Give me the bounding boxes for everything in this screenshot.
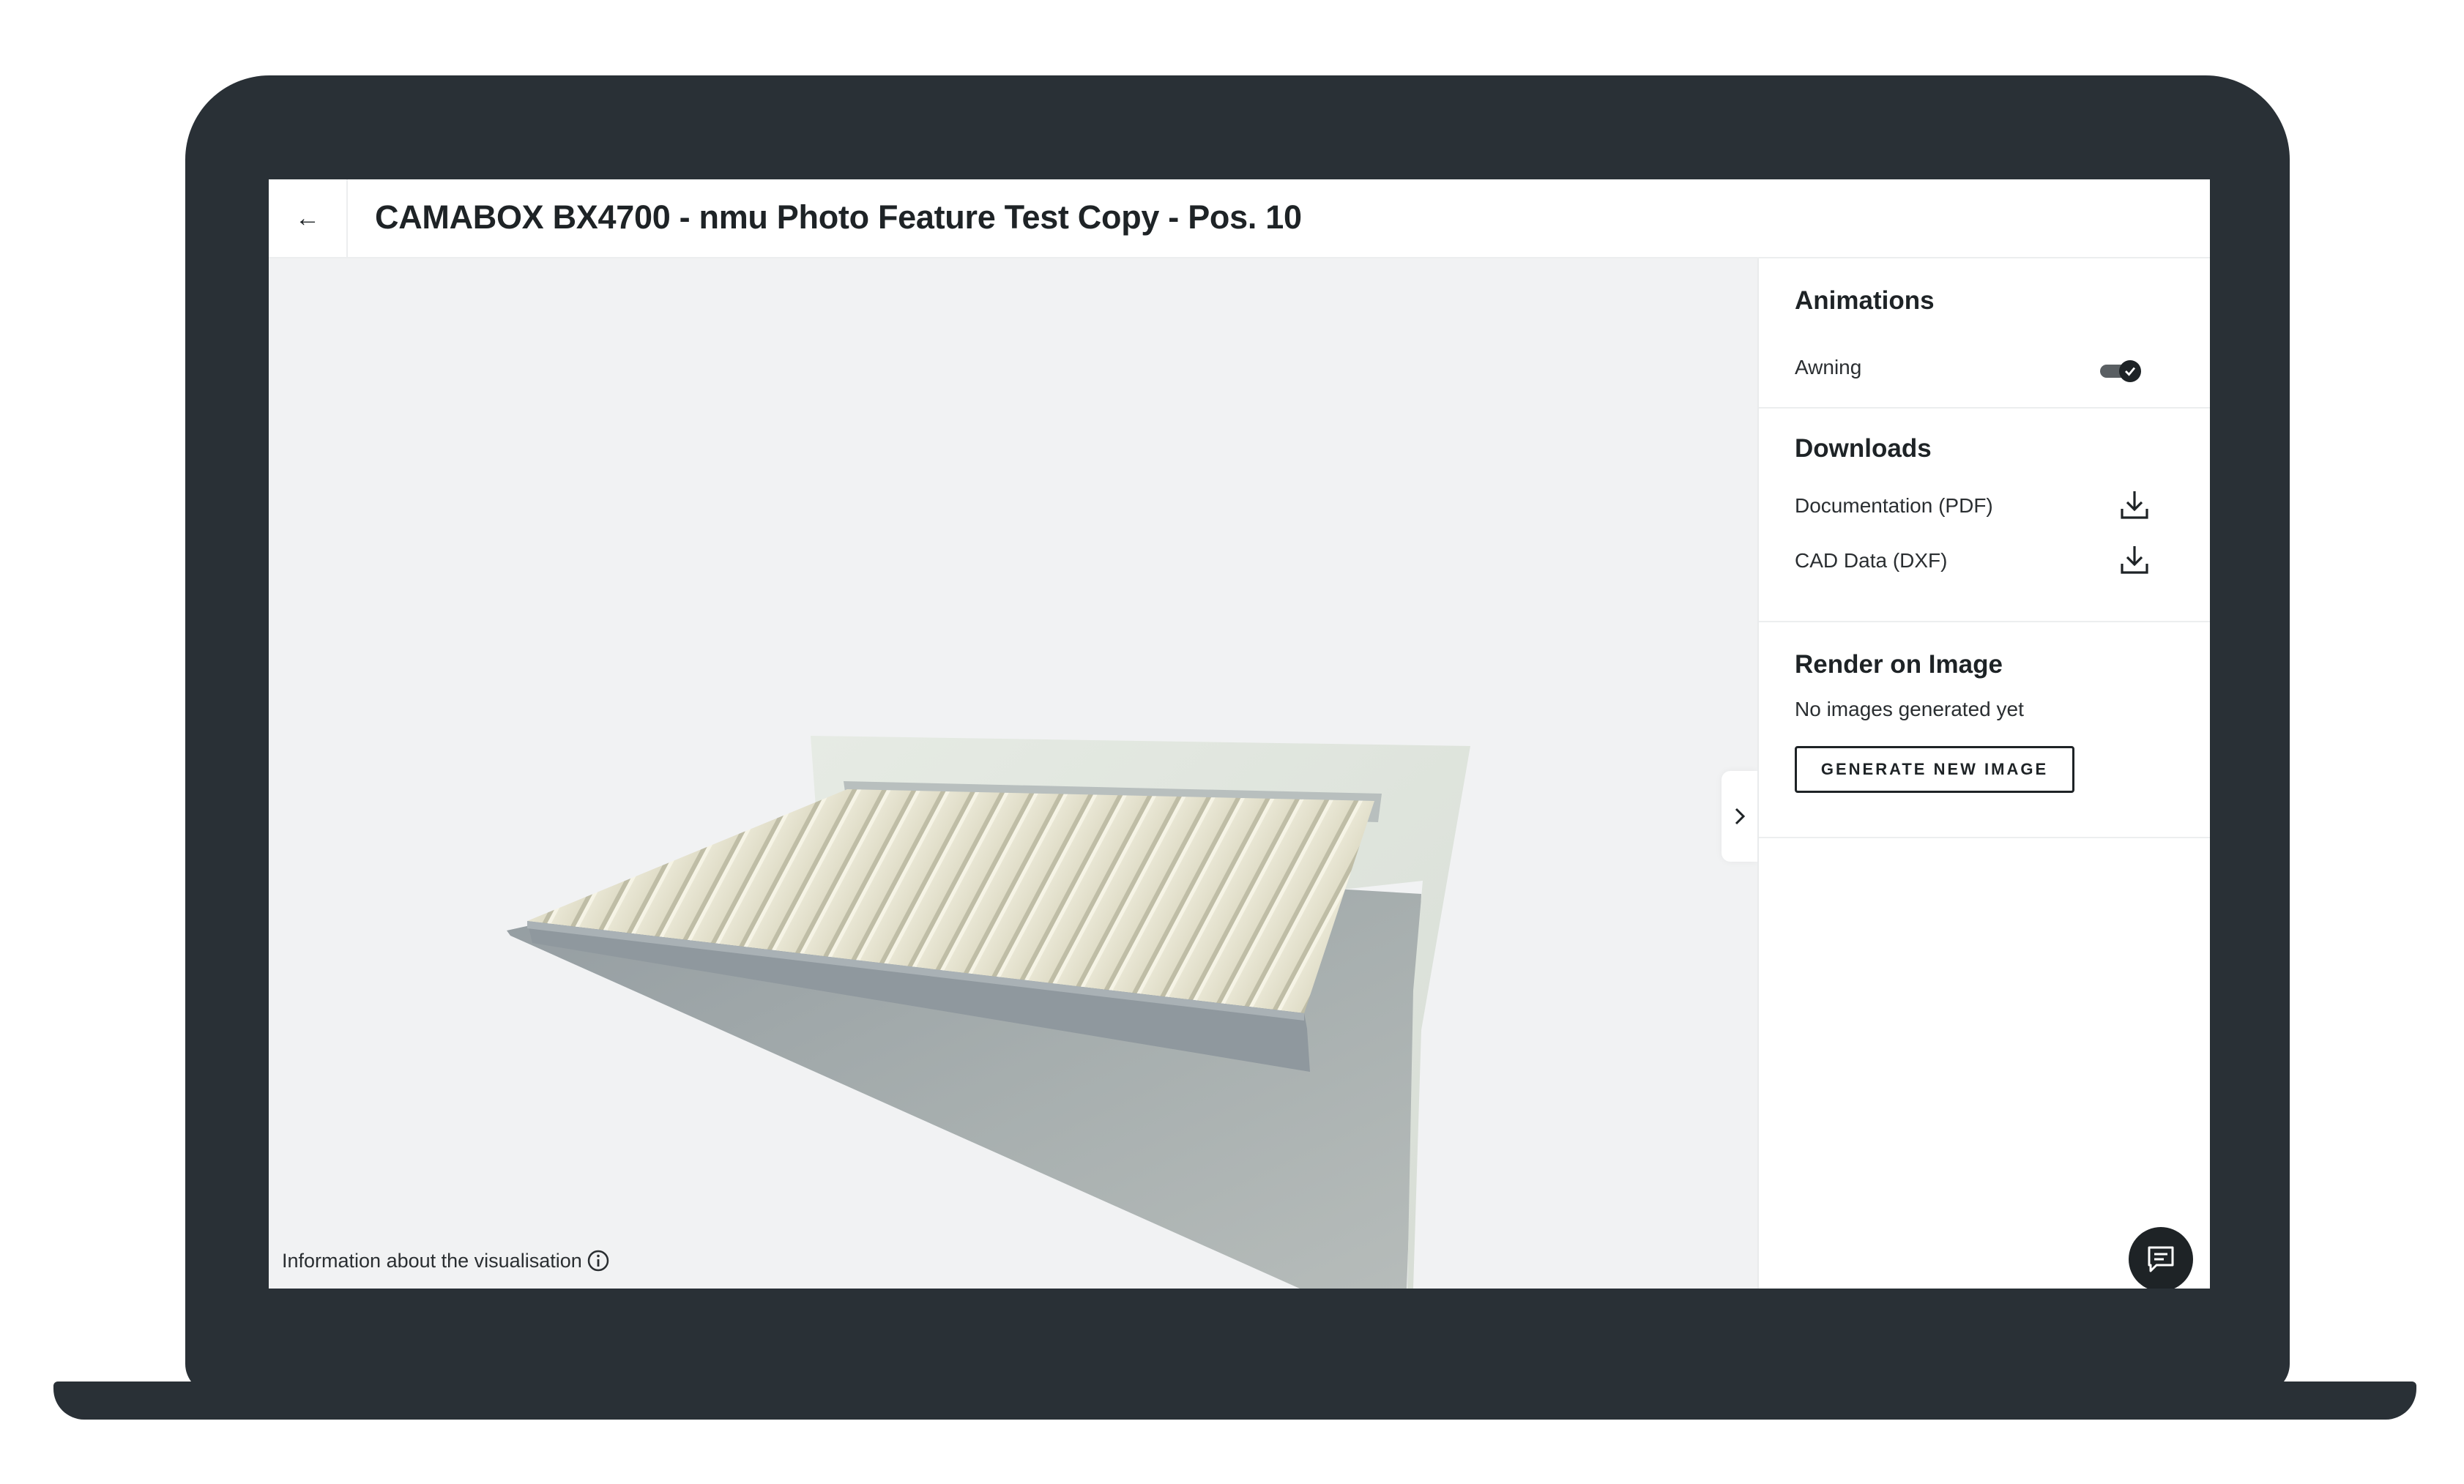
collapse-panel-button[interactable] bbox=[1722, 771, 1757, 862]
download-cad-icon[interactable] bbox=[2118, 543, 2151, 577]
awning-3d-model[interactable] bbox=[269, 258, 1757, 1289]
chat-button[interactable] bbox=[2129, 1227, 2193, 1289]
back-button[interactable]: ← bbox=[269, 179, 348, 257]
page-title: CAMABOX BX4700 - nmu Photo Feature Test … bbox=[375, 198, 1302, 236]
generate-new-image-button[interactable]: GENERATE NEW IMAGE bbox=[1795, 746, 2074, 793]
awning-animation-toggle[interactable] bbox=[2100, 359, 2143, 382]
download-cad-label: CAD Data (DXF) bbox=[1795, 549, 1948, 572]
back-arrow-icon: ← bbox=[295, 204, 320, 232]
downloads-title: Downloads bbox=[1795, 434, 1932, 463]
downloads-section: Downloads Documentation (PDF) CAD Data (… bbox=[1759, 409, 2210, 622]
info-icon bbox=[587, 1250, 608, 1272]
3d-viewer[interactable]: Information about the visualisation bbox=[269, 258, 1757, 1289]
chevron-right-icon bbox=[1735, 808, 1745, 825]
laptop-base bbox=[53, 1382, 2416, 1420]
download-documentation-icon[interactable] bbox=[2118, 488, 2151, 522]
side-panel: Animations Awning Downloads Documentatio… bbox=[1757, 258, 2210, 1289]
animations-title: Animations bbox=[1795, 286, 1935, 315]
render-on-image-section: Render on Image No images generated yet … bbox=[1759, 622, 2210, 838]
render-status-text: No images generated yet bbox=[1795, 698, 2024, 720]
checkmark-icon bbox=[2125, 367, 2136, 376]
app-screen: ← CAMABOX BX4700 - nmu Photo Feature Tes… bbox=[269, 179, 2210, 1289]
render-title: Render on Image bbox=[1795, 650, 2003, 679]
animation-awning-label: Awning bbox=[1795, 356, 1862, 379]
header-bar: ← CAMABOX BX4700 - nmu Photo Feature Tes… bbox=[269, 179, 2210, 258]
download-documentation-label: Documentation (PDF) bbox=[1795, 494, 1993, 517]
visualisation-info-label: Information about the visualisation bbox=[282, 1249, 582, 1272]
animations-section: Animations Awning bbox=[1759, 258, 2210, 409]
chat-icon bbox=[2148, 1246, 2174, 1272]
toggle-knob bbox=[2119, 360, 2141, 382]
visualisation-info-link[interactable]: Information about the visualisation bbox=[282, 1249, 610, 1272]
